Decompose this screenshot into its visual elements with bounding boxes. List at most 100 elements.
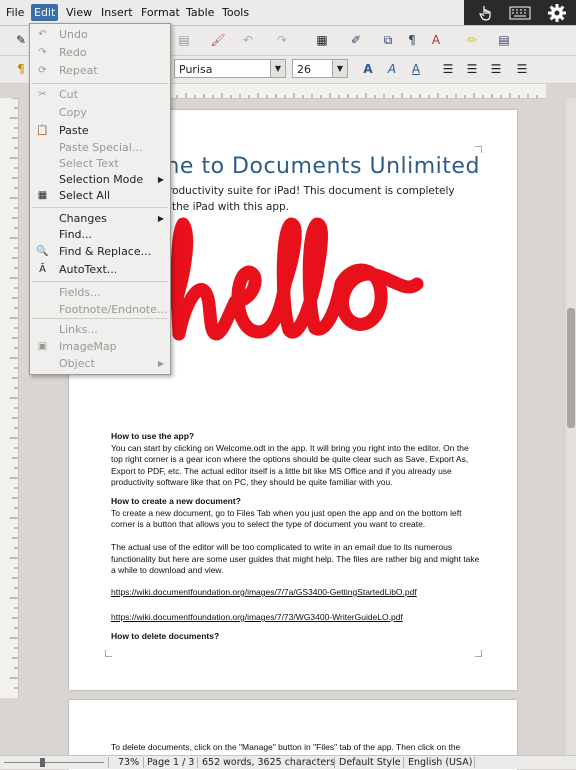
status-separator bbox=[143, 757, 144, 768]
redo-icon: ↷ bbox=[38, 47, 47, 58]
vertical-scrollbar[interactable] bbox=[566, 98, 576, 755]
clipboard-icon: 📋 bbox=[36, 125, 49, 136]
menu-item-footnote-label: Footnote/Endnote... bbox=[59, 303, 168, 316]
menu-item-undo[interactable]: ↶ Undo bbox=[30, 26, 170, 43]
word-count: 652 words, 3625 characters bbox=[202, 757, 336, 768]
horizontal-ruler[interactable] bbox=[167, 84, 546, 99]
clone-format-icon[interactable]: 🖌 bbox=[208, 30, 228, 50]
keyboard-icon[interactable] bbox=[502, 0, 537, 25]
app-controls bbox=[464, 0, 576, 25]
menu-item-changes[interactable]: Changes ▶ bbox=[30, 210, 170, 227]
menu-format[interactable]: Format bbox=[138, 4, 183, 21]
align-justify-icon[interactable]: ☰ bbox=[512, 59, 532, 79]
font-color-icon[interactable]: A bbox=[426, 30, 446, 50]
undo-icon[interactable]: ↶ bbox=[238, 30, 258, 50]
chevron-down-icon[interactable]: ▼ bbox=[332, 60, 347, 77]
zoom-slider[interactable] bbox=[4, 762, 104, 763]
menu-item-select-all[interactable]: ▦ Select All bbox=[30, 187, 170, 204]
formatting-marks-icon[interactable]: ¶ bbox=[402, 30, 422, 50]
menu-item-find-replace[interactable]: 🔍 Find & Replace... bbox=[30, 243, 170, 260]
paragraph-editor-guides: The actual use of the editor will be too… bbox=[111, 542, 480, 575]
menu-table[interactable]: Table bbox=[183, 4, 217, 21]
menu-item-copy-label: Copy bbox=[59, 106, 87, 119]
align-center-icon[interactable]: ☰ bbox=[462, 59, 482, 79]
link-row-2: https://wiki.documentfoundation.org/imag… bbox=[111, 612, 481, 624]
menu-view[interactable]: View bbox=[63, 4, 95, 21]
section-create-doc: How to create a new document? To create … bbox=[111, 496, 481, 531]
menu-edit[interactable]: Edit bbox=[31, 4, 59, 21]
status-separator bbox=[334, 757, 335, 768]
menu-item-select-text[interactable]: Select Text bbox=[30, 155, 170, 172]
bold-icon[interactable]: A bbox=[358, 59, 378, 79]
menu-item-object[interactable]: Object ▶ bbox=[30, 355, 170, 372]
menu-item-links[interactable]: Links... bbox=[30, 321, 170, 338]
page-style[interactable]: Default Style bbox=[339, 756, 401, 769]
paragraph-use-app: You can start by clicking on Welcome.odt… bbox=[111, 442, 469, 488]
repeat-icon: ⟳ bbox=[38, 65, 47, 76]
menu-file[interactable]: File bbox=[3, 4, 27, 21]
scissors-icon: ✂ bbox=[38, 89, 47, 100]
submenu-arrow-icon: ▶ bbox=[157, 175, 164, 184]
edit-doc-icon[interactable]: ✎ bbox=[11, 30, 31, 50]
chevron-down-icon[interactable]: ▼ bbox=[270, 60, 285, 77]
menu-item-redo[interactable]: ↷ Redo bbox=[30, 44, 170, 61]
redo-icon[interactable]: ↷ bbox=[272, 30, 292, 50]
menu-tools[interactable]: Tools bbox=[219, 4, 252, 21]
navigator-icon[interactable]: ⧉ bbox=[378, 30, 398, 50]
submenu-arrow-icon: ▶ bbox=[157, 359, 164, 368]
paste-icon[interactable]: ▤ bbox=[174, 30, 194, 50]
show-draw-icon[interactable]: ✐ bbox=[346, 30, 366, 50]
zoom-slider-handle[interactable] bbox=[40, 758, 45, 767]
menu-item-select-all-label: Select All bbox=[59, 189, 111, 202]
hello-drawing-label: hello bbox=[295, 283, 298, 285]
menu-item-selection-mode[interactable]: Selection Mode ▶ bbox=[30, 171, 170, 188]
menu-item-paste-special-label: Paste Special... bbox=[59, 141, 143, 154]
highlight-icon[interactable]: ✏ bbox=[462, 30, 482, 50]
italic-icon[interactable]: A bbox=[382, 59, 402, 79]
menu-item-paste-special[interactable]: Paste Special... bbox=[30, 139, 170, 156]
font-name-value: Purisa bbox=[179, 63, 213, 76]
underline-icon[interactable]: A bbox=[406, 59, 426, 79]
menu-item-find-replace-label: Find & Replace... bbox=[59, 245, 152, 258]
link-writer-guide-pdf[interactable]: https://wiki.documentfoundation.org/imag… bbox=[111, 612, 403, 622]
margin-corner-mark bbox=[105, 650, 112, 657]
font-name-field[interactable]: Purisa ▼ bbox=[174, 59, 286, 78]
menu-insert[interactable]: Insert bbox=[98, 4, 136, 21]
background-color-icon[interactable]: ▤ bbox=[494, 30, 514, 50]
hand-pointer-icon[interactable] bbox=[468, 0, 503, 25]
align-right-icon[interactable]: ☰ bbox=[486, 59, 506, 79]
table-icon[interactable]: ▦ bbox=[312, 30, 332, 50]
heading-how-to-use: How to use the app? bbox=[111, 431, 481, 443]
menu-item-autotext[interactable]: Ā AutoText... bbox=[30, 261, 170, 278]
menu-item-imagemap-label: ImageMap bbox=[59, 340, 117, 353]
page-number[interactable]: Page 1 / 3 bbox=[147, 756, 194, 769]
hello-drawing[interactable]: hello bbox=[165, 214, 427, 346]
gear-icon[interactable] bbox=[539, 0, 574, 25]
heading-how-to-delete: How to delete documents? bbox=[111, 631, 220, 641]
link-getting-started-pdf[interactable]: https://wiki.documentfoundation.org/imag… bbox=[111, 587, 417, 597]
edit-menu: ↶ Undo ↷ Redo ⟳ Repeat ✂ Cut Copy 📋 Paste Pas… bbox=[29, 23, 171, 375]
menu-item-fields[interactable]: Fields... bbox=[30, 284, 170, 301]
document-subtitle-line2: the iPad with this app. bbox=[172, 201, 289, 213]
menu-item-object-label: Object bbox=[59, 357, 95, 370]
menu-item-repeat[interactable]: ⟳ Repeat bbox=[30, 62, 170, 79]
document-language[interactable]: English (USA) bbox=[408, 756, 472, 769]
styles-icon[interactable]: ¶ bbox=[11, 59, 31, 79]
margin-corner-mark bbox=[475, 146, 482, 153]
menu-item-imagemap[interactable]: ▣ ImageMap bbox=[30, 338, 170, 355]
menu-item-copy[interactable]: Copy bbox=[30, 104, 170, 121]
vertical-ruler[interactable] bbox=[0, 97, 19, 698]
font-size-field[interactable]: 26 ▼ bbox=[292, 59, 348, 78]
paragraph-delete-docs: To delete documents, click on the "Manag… bbox=[111, 742, 461, 752]
align-left-icon[interactable]: ☰ bbox=[438, 59, 458, 79]
menu-item-find[interactable]: Find... bbox=[30, 226, 170, 243]
zoom-level[interactable]: 73% bbox=[118, 756, 139, 769]
heading-how-to-create-text: How to create a new document? bbox=[111, 496, 241, 506]
autotext-icon: Ā bbox=[39, 264, 46, 275]
menu-item-paste[interactable]: 📋 Paste bbox=[30, 122, 170, 139]
scrollbar-thumb[interactable] bbox=[567, 308, 575, 428]
menu-item-cut[interactable]: ✂ Cut bbox=[30, 86, 170, 103]
status-separator bbox=[197, 757, 198, 768]
menu-item-footnote[interactable]: Footnote/Endnote... bbox=[30, 301, 170, 318]
menu-item-repeat-label: Repeat bbox=[59, 64, 98, 77]
